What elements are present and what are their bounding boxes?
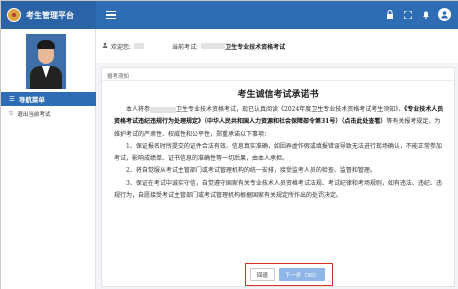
user-icon xyxy=(102,42,108,50)
exam-year-redacted xyxy=(150,106,177,113)
paragraph-2: 2、将自觉服从考试主管部门或考试管理机构的统一安排，接受监考人员的检查、监督和管… xyxy=(126,167,376,175)
welcome-label: 欢迎您: xyxy=(111,43,132,51)
logo-icon xyxy=(7,8,21,22)
divider xyxy=(102,80,454,81)
logout-icon: ⎋ xyxy=(9,110,14,117)
user-avatar-icon[interactable] xyxy=(438,8,451,21)
paragraph-intro: 本人将参 卫生专业技术资格考试，现已认真阅读《2024年度卫生专业技术资格考试考生… xyxy=(114,104,444,141)
paragraph-3: 3、保证在考试中诚实守信，自觉遵守国家有关专业技术人员资格考试法规、考试纪律和考… xyxy=(114,179,442,200)
intro-text-b: 卫生专业技术资格考试，现已认真阅读《2024年度卫生专业技术资格考试考生须知》、 xyxy=(176,106,405,113)
hamburger-menu-icon[interactable] xyxy=(106,11,116,19)
top-icons xyxy=(384,8,451,21)
intro-text-a: 本人将参 xyxy=(126,106,151,113)
fullscreen-icon[interactable] xyxy=(402,9,413,20)
candidate-photo xyxy=(26,34,66,89)
document-title: 考生诚信考试承诺书 xyxy=(237,90,319,100)
lock-icon[interactable] xyxy=(384,9,395,20)
current-exam-name: 卫生专业技术资格考试 xyxy=(225,43,286,51)
candidate-info-bar: 欢迎您: 当前考试: 卫生专业技术资格考试 xyxy=(96,29,458,63)
next-step-button[interactable]: 下一步（30） xyxy=(279,268,326,281)
exam-year-redacted xyxy=(201,43,226,49)
sidebar-item-exit-exam[interactable]: ⎋ 退出当前考试 xyxy=(1,108,96,120)
nav-menu-label: 导航菜单 xyxy=(18,96,45,104)
view-regulation-link[interactable]: （点击此处查看） xyxy=(341,118,386,125)
sidebar: ☰ 导航菜单 ⎋ 退出当前考试 xyxy=(1,29,96,289)
paragraph-1: 1、保证报名时所提交的证件合法有效、信息真实准确，如因弄虚作假或填报错误导致无法… xyxy=(114,142,442,163)
menu-list-icon: ☰ xyxy=(9,95,15,103)
action-buttons: 回退 下一步（30） xyxy=(245,263,333,286)
notice-card: 报考须知 考生诚信考试承诺书 本人将参 卫生专业技术资格考试，现已认真阅读《202… xyxy=(101,67,455,287)
top-bar: 考生管理平台 xyxy=(1,1,458,29)
document-body: 本人将参 卫生专业技术资格考试，现已认真阅读《2024年度卫生专业技术资格考试考生… xyxy=(114,104,444,202)
candidate-name-redacted xyxy=(134,43,145,49)
nav-menu-header: ☰ 导航菜单 xyxy=(1,92,96,106)
app-title: 考生管理平台 xyxy=(26,10,74,20)
brand-area: 考生管理平台 xyxy=(1,1,96,29)
current-exam-label: 当前考试: xyxy=(172,43,199,51)
back-button[interactable]: 回退 xyxy=(250,268,276,281)
tab-notice[interactable]: 报考须知 xyxy=(107,72,129,80)
app-window: 考生管理平台 ☰ 导航菜单 ⎋ 退出当前考试 欢迎您: 当前考试: 卫生专业技术… xyxy=(0,0,458,289)
main-content: 欢迎您: 当前考试: 卫生专业技术资格考试 报考须知 考生诚信考试承诺书 本人将… xyxy=(96,29,458,289)
bell-icon[interactable] xyxy=(420,9,431,20)
sidebar-item-label: 退出当前考试 xyxy=(17,112,51,118)
